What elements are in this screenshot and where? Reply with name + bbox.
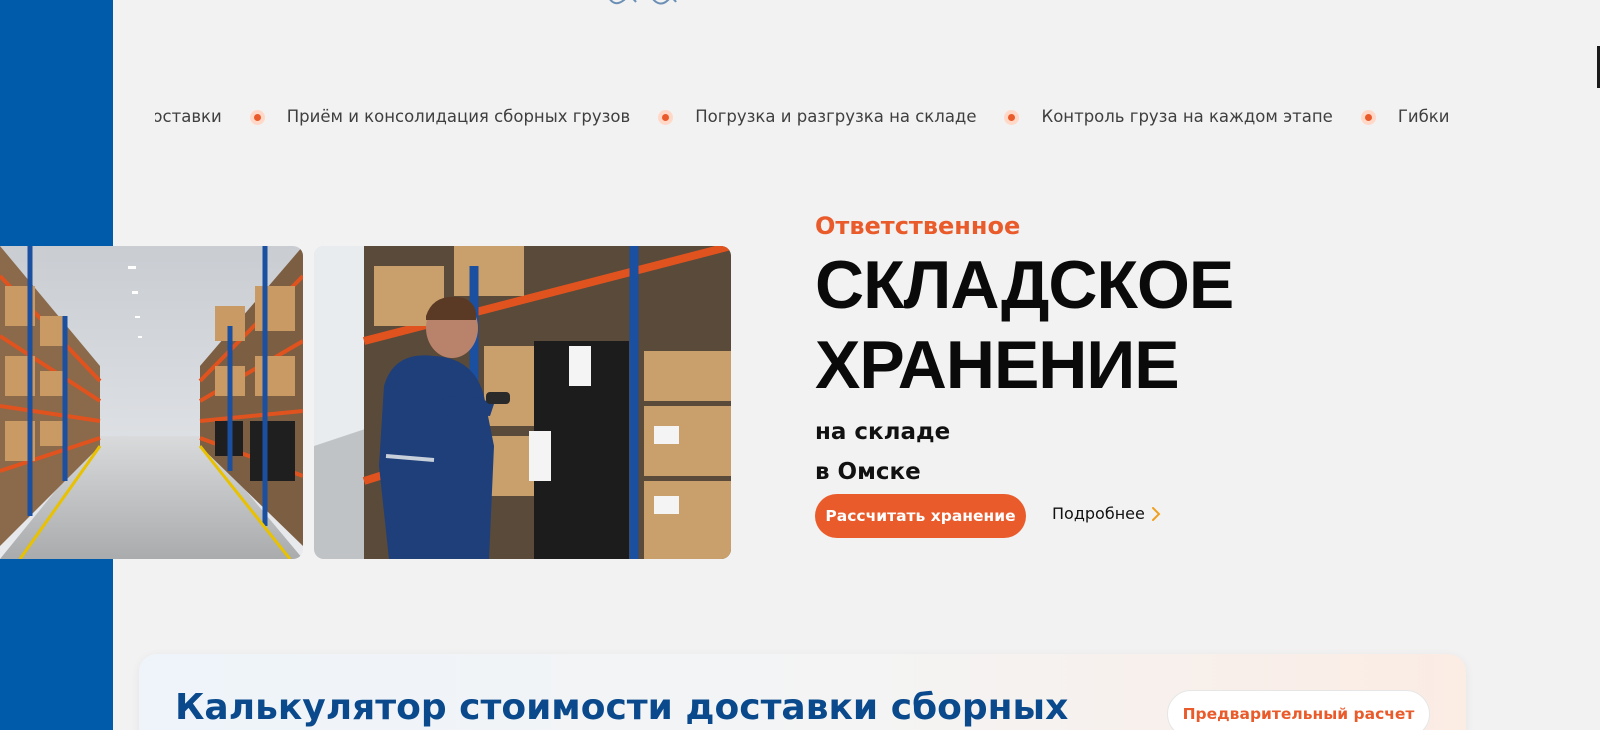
calculate-storage-button[interactable]: Рассчитать хранение <box>815 494 1026 538</box>
ticker-item: Сроки доставки <box>155 100 287 134</box>
more-link[interactable]: Подробнее <box>1052 504 1161 523</box>
ticker-item: Гибкие условия <box>1398 100 1450 134</box>
bullet-dot-icon <box>658 109 674 125</box>
ticker-item: Приём и консолидация сборных грузов <box>287 100 696 134</box>
hero-subtitle-line: на складе <box>815 419 951 445</box>
warehouse-aisle-photo <box>0 246 303 559</box>
more-link-label: Подробнее <box>1052 504 1145 523</box>
chevron-right-icon <box>1151 506 1161 521</box>
bullet-dot-icon <box>249 109 265 125</box>
bullet-dot-icon <box>1004 109 1020 125</box>
ticker-text: Контроль груза на каждом этапе <box>1041 107 1333 126</box>
ticker-text: Сроки доставки <box>155 107 222 126</box>
hero-title-line: СКЛАДСКОЕ <box>815 247 1234 323</box>
hero-subtitle-line: в Омске <box>815 459 921 485</box>
services-ticker: Сроки доставки Приём и консолидация сбор… <box>155 100 1450 134</box>
hero-title: СКЛАДСКОЕ ХРАНЕНИЕ <box>815 245 1234 405</box>
ticker-item: Контроль груза на каждом этапе <box>1041 100 1397 134</box>
hero-title-line: ХРАНЕНИЕ <box>815 327 1180 403</box>
preliminary-calculation-badge[interactable]: Предварительный расчет <box>1167 690 1430 730</box>
hero-eyebrow: Ответственное <box>815 212 1021 240</box>
logo-icon <box>609 0 677 5</box>
bullet-dot-icon <box>1360 109 1376 125</box>
ticker-text: Приём и консолидация сборных грузов <box>286 107 631 126</box>
ticker-text: Погрузка и разгрузка на складе <box>695 107 977 126</box>
ticker-text: Гибкие условия <box>1397 107 1450 126</box>
worker-scanning-photo <box>314 246 731 559</box>
calculator-title: Калькулятор стоимости доставки сборных <box>175 687 1069 728</box>
hero-subtitle: на складе в Омске <box>815 412 950 492</box>
ticker-item: Погрузка и разгрузка на складе <box>695 100 1041 134</box>
